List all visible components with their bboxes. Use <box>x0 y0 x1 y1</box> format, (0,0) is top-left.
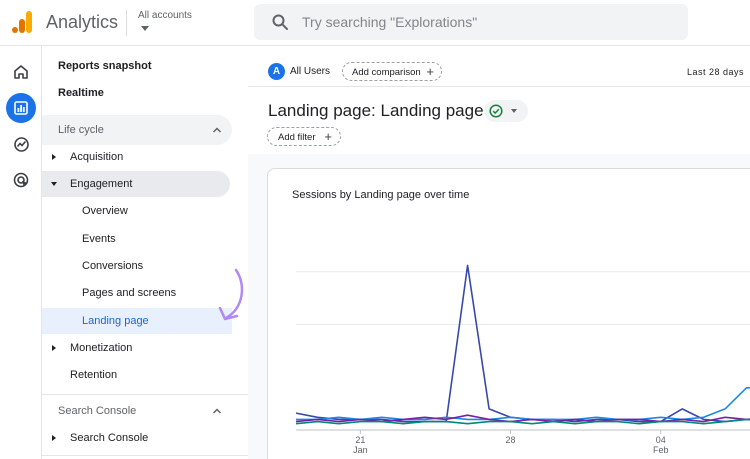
nav-section-life-cycle[interactable]: Life cycle <box>42 115 232 145</box>
nav-item-label: Retention <box>70 369 118 381</box>
chevron-down-icon <box>511 109 517 113</box>
plus-icon: + <box>324 129 332 144</box>
nav-item-label: Search Console <box>70 432 149 444</box>
nav-reports-snapshot[interactable]: Reports snapshot <box>42 53 248 79</box>
chevron-up-icon <box>212 127 222 133</box>
expand-arrow-icon <box>52 345 56 351</box>
left-rail <box>0 46 42 459</box>
search-placeholder: Try searching "Explorations" <box>302 14 478 30</box>
plus-icon: + <box>426 64 434 79</box>
nav-item-label: Reports snapshot <box>58 60 152 72</box>
home-icon <box>14 65 28 79</box>
nav-realtime[interactable]: Realtime <box>42 80 248 106</box>
report-status-dropdown[interactable] <box>484 100 528 122</box>
main-content: A All Users Add comparison + Last 28 day… <box>248 46 750 459</box>
chart-series-line-2 <box>296 387 750 421</box>
rail-reports-button[interactable] <box>6 93 36 123</box>
chart-card: Sessions by Landing page over time 21 Jan… <box>267 168 750 459</box>
top-app-bar: Analytics All accounts Try searching "Ex… <box>0 0 750 46</box>
page-title: Landing page: Landing page <box>268 101 484 120</box>
nav-item-label: Engagement <box>70 178 133 190</box>
chart-x-tick-label: 28 <box>506 435 516 445</box>
line-chart[interactable]: 21Jan 28 04Feb <box>268 169 750 459</box>
add-filter-label: Add filter <box>278 132 316 143</box>
add-comparison-label: Add comparison <box>352 67 421 78</box>
app-title: Analytics <box>46 12 119 32</box>
nav-item-label: Monetization <box>70 342 133 354</box>
nav-item-label: Landing page <box>82 315 149 327</box>
check-circle-icon <box>489 104 503 118</box>
account-picker[interactable]: All accounts <box>134 6 244 40</box>
nav-pages-and-screens[interactable]: Pages and screens <box>42 280 248 306</box>
rail-explore-button[interactable] <box>6 129 36 159</box>
nav-engagement[interactable]: Engagement <box>42 171 230 197</box>
nav-item-label: Overview <box>82 205 128 217</box>
nav-retention[interactable]: Retention <box>42 362 248 388</box>
expand-arrow-icon <box>52 154 56 160</box>
segment-label: All Users <box>290 66 331 77</box>
report-header: A All Users Add comparison + Last 28 day… <box>248 46 750 154</box>
chart-series-line-1 <box>295 264 750 423</box>
chart-x-tick-month: Feb <box>653 445 669 455</box>
nav-events[interactable]: Events <box>42 226 248 252</box>
nav-divider <box>42 394 248 395</box>
nav-search-console[interactable]: Search Console <box>42 425 248 451</box>
nav-item-label: Pages and screens <box>82 287 177 299</box>
analytics-logo-icon[interactable] <box>11 10 33 34</box>
search-icon <box>272 14 288 30</box>
date-range-label[interactable]: Last 28 days <box>687 67 744 77</box>
nav-item-label: Realtime <box>58 87 104 99</box>
nav-section-label: Life cycle <box>58 124 104 136</box>
nav-monetization[interactable]: Monetization <box>42 335 248 361</box>
nav-item-label: Events <box>82 233 116 245</box>
nav-item-label: Conversions <box>82 260 144 272</box>
search-input[interactable]: Try searching "Explorations" <box>254 4 688 40</box>
nav-conversions[interactable]: Conversions <box>42 253 248 279</box>
collapse-arrow-icon <box>51 182 57 186</box>
nav-item-label: Acquisition <box>70 151 124 163</box>
chart-x-tick-label: 04 <box>656 435 666 445</box>
expand-arrow-icon <box>52 435 56 441</box>
chart-x-tick-month: Jan <box>353 445 368 455</box>
reports-nav: Reports snapshot Realtime Life cycle Acq… <box>42 46 248 459</box>
nav-divider <box>42 455 248 456</box>
reports-icon <box>14 101 28 115</box>
nav-section-search-console[interactable]: Search Console <box>42 396 232 426</box>
explore-icon <box>13 136 29 152</box>
advertising-icon <box>13 172 28 187</box>
add-comparison-button[interactable]: Add comparison + <box>342 62 442 81</box>
account-picker-label: All accounts <box>138 10 192 21</box>
nav-section-label: Search Console <box>58 405 137 417</box>
nav-overview[interactable]: Overview <box>42 198 248 224</box>
chart-x-tick-label: 21 <box>355 435 365 445</box>
rail-advertising-button[interactable] <box>6 165 36 195</box>
add-filter-button[interactable]: Add filter + <box>267 127 341 146</box>
nav-acquisition[interactable]: Acquisition <box>42 144 248 170</box>
segment-badge: A <box>268 63 285 80</box>
header-divider <box>248 86 750 87</box>
header-divider <box>126 10 127 36</box>
rail-home-button[interactable] <box>6 57 36 87</box>
nav-landing-page[interactable]: Landing page <box>42 308 232 334</box>
chevron-up-icon <box>212 408 222 414</box>
chevron-down-icon <box>141 26 149 31</box>
